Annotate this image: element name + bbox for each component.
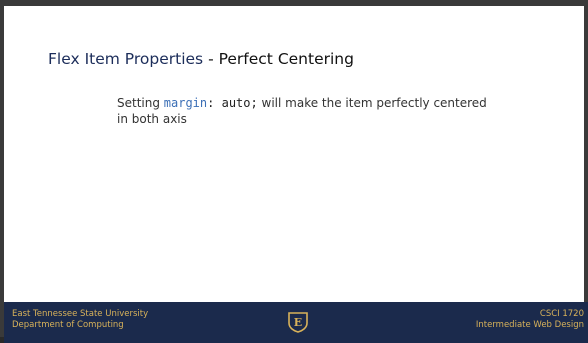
code-value: : auto;: [207, 96, 258, 110]
footer-institution: East Tennessee State University Departme…: [12, 309, 148, 331]
course-code: CSCI 1720: [539, 309, 584, 319]
title-accent: Flex Item Properties: [48, 50, 204, 68]
title-separator: -: [203, 50, 219, 68]
university-logo-icon: E: [286, 310, 310, 334]
university-name: East Tennessee State University: [12, 309, 149, 319]
slide-title: Flex Item Properties - Perfect Centering: [48, 50, 354, 68]
course-name: Intermediate Web Design: [475, 320, 584, 330]
slide: Flex Item Properties - Perfect Centering…: [0, 0, 588, 343]
logo-letter: E: [294, 316, 302, 329]
title-rest: Perfect Centering: [218, 50, 354, 68]
code-keyword: margin: [163, 96, 208, 110]
logo-shield-icon: E: [288, 312, 308, 333]
footer-course: CSCI 1720 Intermediate Web Design: [476, 309, 584, 331]
department-name: Department of Computing: [12, 320, 124, 330]
slide-body: Setting margin: auto; will make the item…: [117, 95, 497, 127]
body-prefix: Setting: [117, 96, 164, 110]
